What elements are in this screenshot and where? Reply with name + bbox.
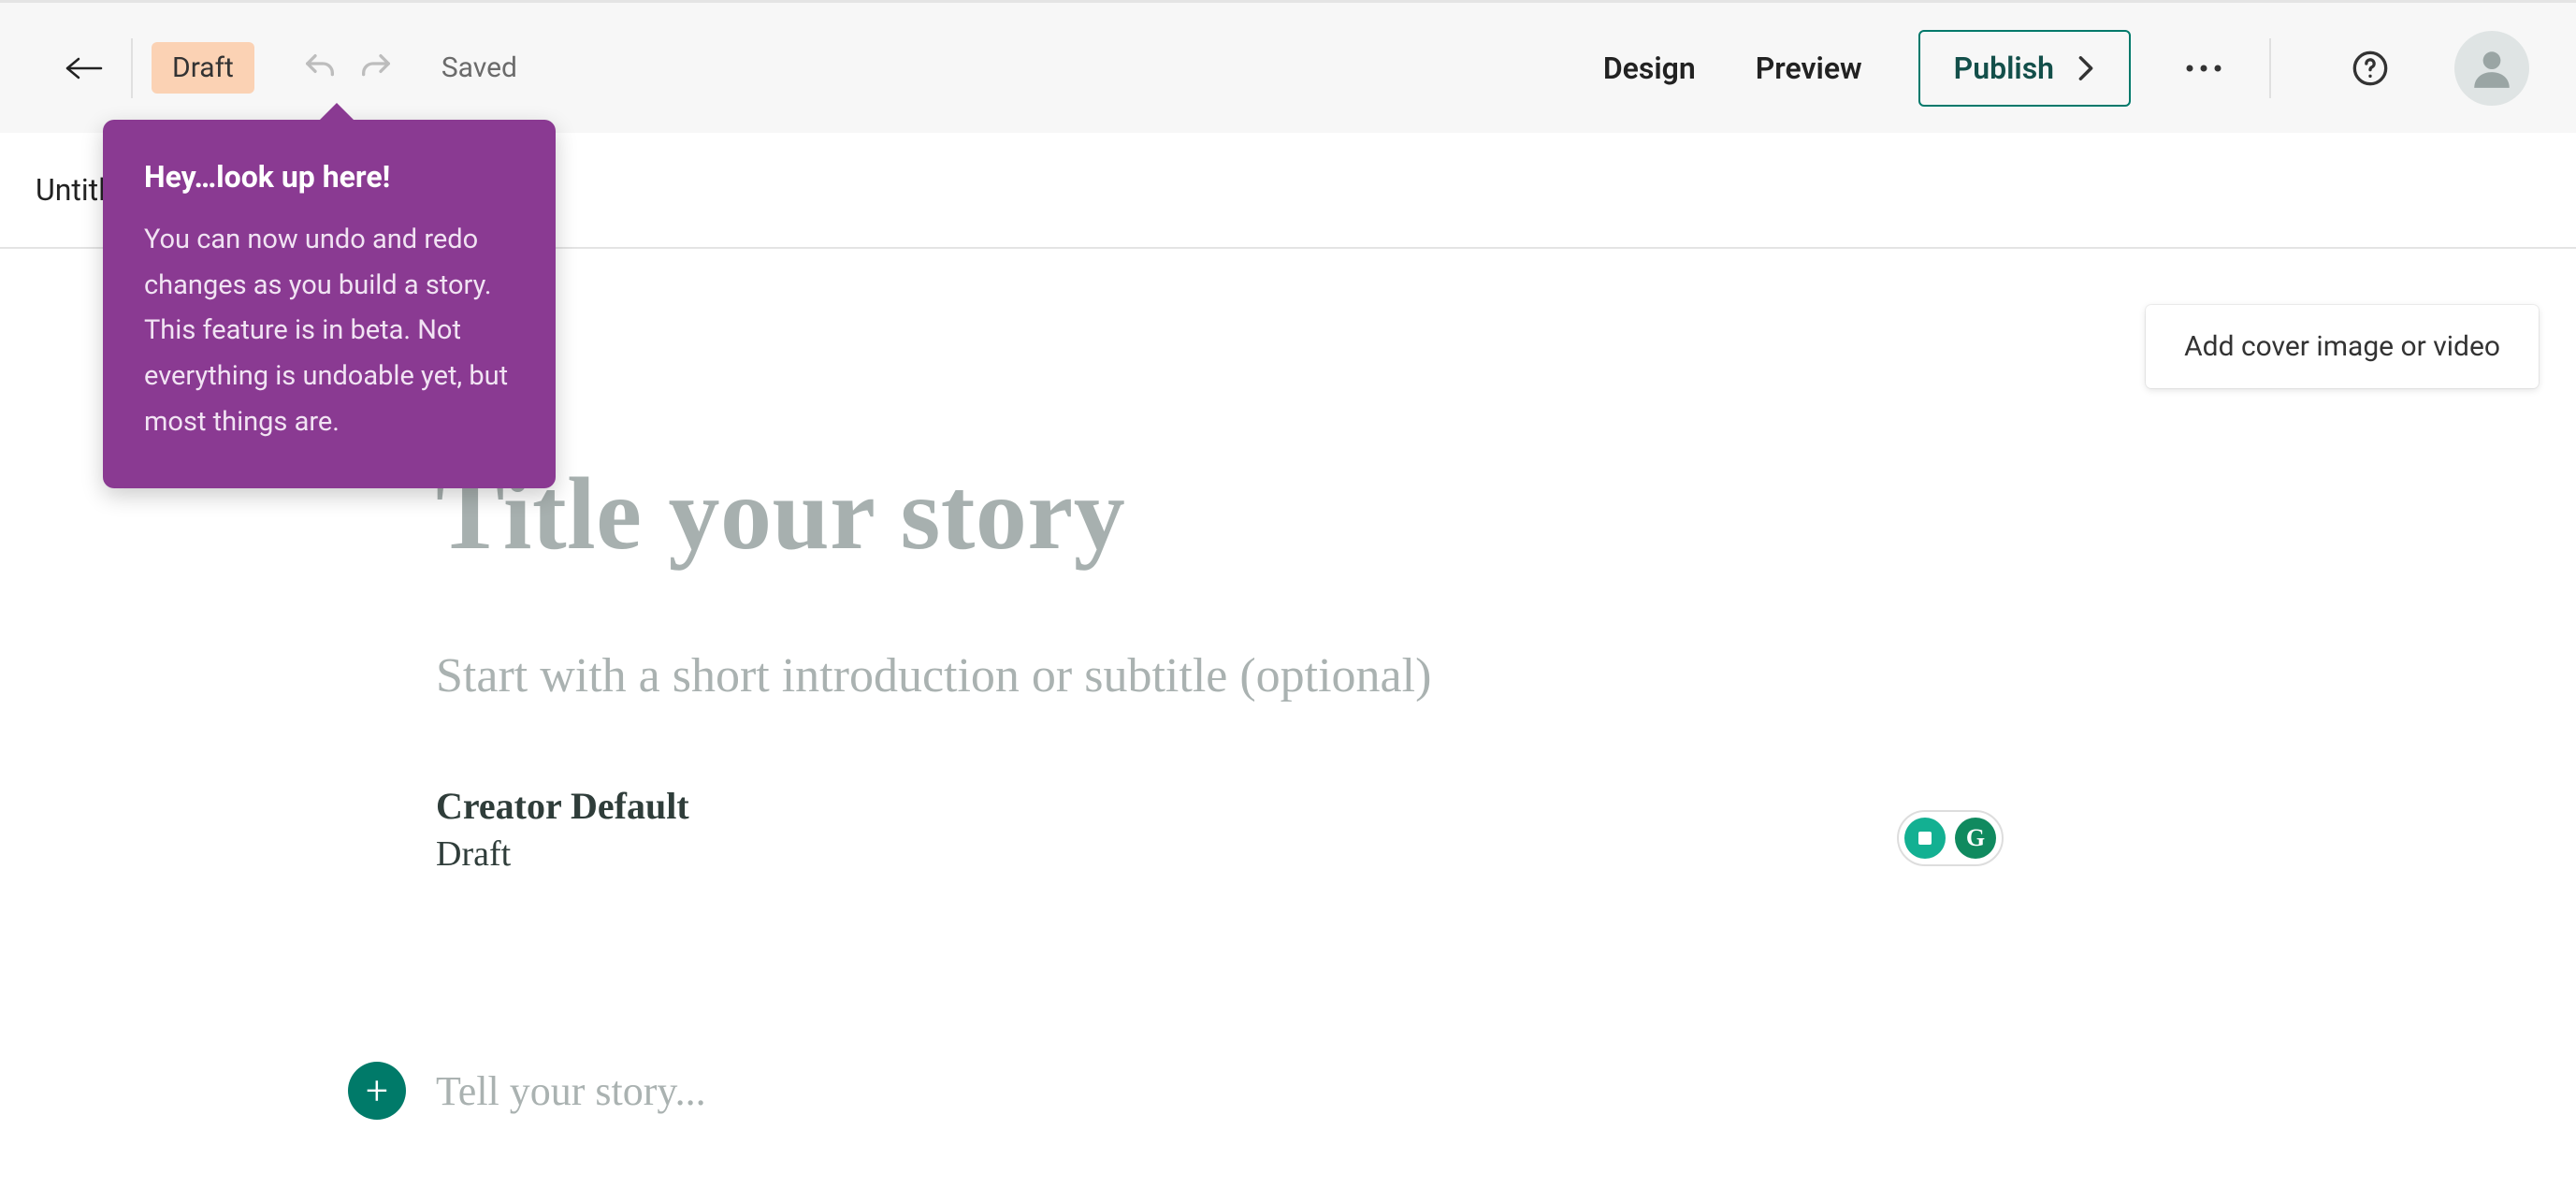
help-circle-icon [2352,50,2389,87]
grammarly-widget[interactable]: G [1897,810,2004,866]
tooltip-title: Hey…look up here! [144,159,514,195]
avatar-icon [2468,45,2515,92]
back-arrow-icon [65,57,103,80]
more-actions-button[interactable] [2176,40,2232,96]
redo-icon [357,50,395,87]
tooltip-body: You can now undo and redo changes as you… [144,217,514,445]
grammarly-g-icon: G [1955,818,1996,859]
toolbar-right-cluster: Design Preview Publish [1573,30,2529,107]
undo-icon [301,50,339,87]
top-toolbar: Draft Saved Design Preview Publish [0,0,2576,133]
draft-pill[interactable]: Draft [152,42,254,94]
story-subtitle-input[interactable]: Start with a short introduction or subti… [436,648,2120,703]
toolbar-divider [2269,38,2271,98]
grammarly-tone-icon [1904,818,1946,859]
add-block-button[interactable]: + [348,1062,406,1120]
plus-icon: + [366,1068,388,1114]
body-row: + Tell your story... [348,1062,2120,1120]
toolbar-divider [131,38,133,98]
toolbar-left-cluster: Draft Saved [56,38,517,98]
story-body-input[interactable]: Tell your story... [436,1067,706,1115]
preview-link[interactable]: Preview [1726,32,1892,105]
undo-button[interactable] [292,40,348,96]
story-title-input[interactable]: Title your story [436,455,2120,573]
content-column: Title your story Start with a short intr… [436,455,2120,1120]
creator-name-label: Creator Default [436,784,2120,828]
publish-button-label: Publish [1954,51,2054,86]
user-avatar[interactable] [2454,31,2529,106]
design-link[interactable]: Design [1573,32,1726,105]
creator-status-label: Draft [436,833,2120,875]
publish-button[interactable]: Publish [1918,30,2131,107]
chevron-right-icon [2077,55,2095,81]
redo-button[interactable] [348,40,404,96]
help-button[interactable] [2342,40,2398,96]
more-horizontal-icon [2185,64,2222,73]
undo-redo-tooltip: Hey…look up here! You can now undo and r… [103,120,556,488]
save-status-label: Saved [441,51,517,84]
back-button[interactable] [56,40,112,96]
add-cover-button[interactable]: Add cover image or video [2146,305,2539,388]
